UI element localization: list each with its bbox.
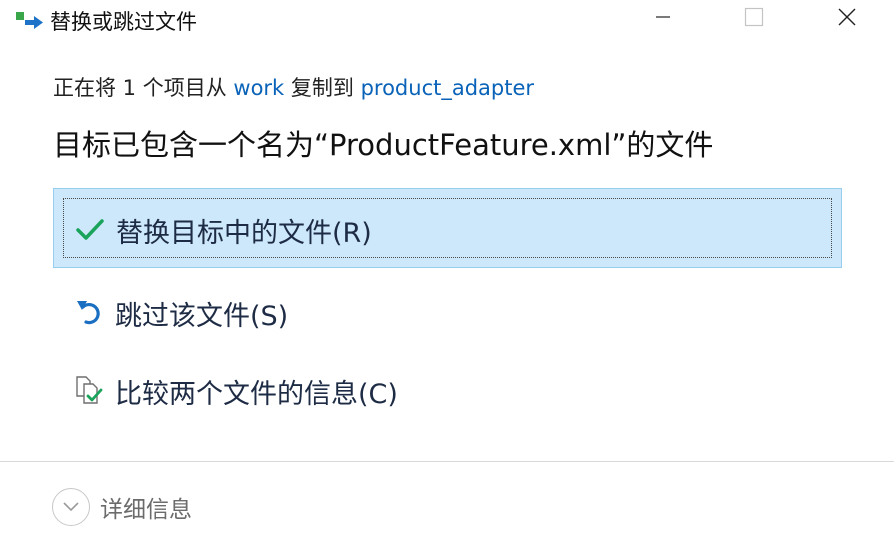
chevron-down-icon[interactable]: [52, 488, 90, 526]
conflict-heading: 目标已包含一个名为“ProductFeature.xml”的文件: [53, 128, 714, 162]
copy-move-icon: [15, 10, 45, 30]
maximize-button[interactable]: [723, 0, 785, 38]
more-details-label: 详细信息: [100, 497, 192, 523]
compare-files-label: 比较两个文件的信息(C): [115, 379, 398, 410]
footer-divider: [0, 461, 894, 462]
compare-files-option[interactable]: 比较两个文件的信息(C): [53, 350, 842, 430]
window-title: 替换或跳过文件: [50, 10, 197, 34]
close-icon: [837, 7, 857, 31]
maximize-icon: [744, 7, 764, 31]
title-bar[interactable]: 替换或跳过文件: [0, 0, 894, 38]
undo-arrow-icon: [73, 296, 105, 328]
copy-info-line: 正在将 1 个项目从 work 复制到 product_adapter: [53, 72, 534, 102]
more-details-toggle[interactable]: 详细信息: [52, 488, 192, 526]
destination-folder-link[interactable]: product_adapter: [361, 76, 534, 100]
close-button[interactable]: [816, 0, 878, 38]
replace-or-skip-dialog: 替换或跳过文件 正在将 1 个项目从 work 复制到 product_adap…: [0, 0, 894, 549]
replace-file-label: 替换目标中的文件(R): [116, 218, 372, 249]
copy-info-middle: 复制到: [284, 76, 361, 100]
skip-file-option[interactable]: 跳过该文件(S): [53, 272, 842, 352]
checkmark-icon: [74, 213, 106, 245]
source-folder-link[interactable]: work: [233, 76, 284, 100]
copy-info-prefix: 正在将 1 个项目从: [53, 76, 234, 100]
skip-file-label: 跳过该文件(S): [115, 301, 289, 332]
compare-files-icon: [73, 374, 105, 406]
minimize-icon: [654, 8, 672, 30]
minimize-button[interactable]: [632, 0, 694, 38]
replace-file-option[interactable]: 替换目标中的文件(R): [53, 188, 842, 268]
